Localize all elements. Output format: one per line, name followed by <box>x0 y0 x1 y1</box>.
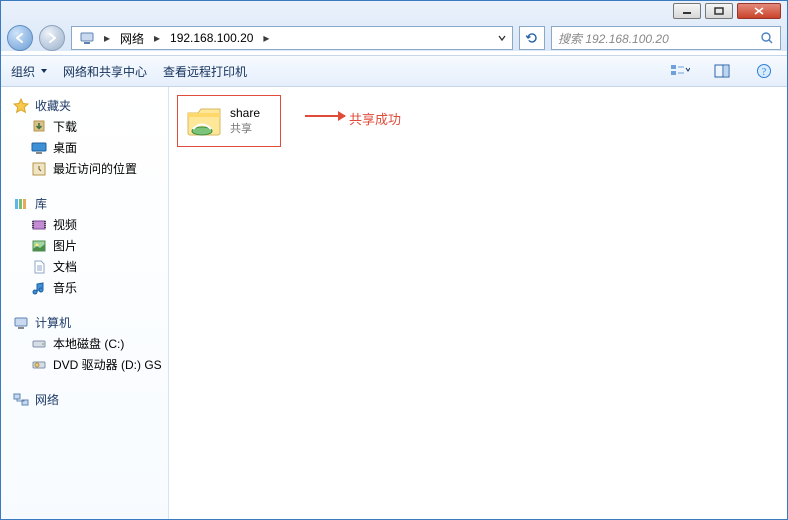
help-icon: ? <box>756 63 772 79</box>
breadcrumb-seg-network[interactable]: 网络 <box>114 27 150 49</box>
toolbar-organize[interactable]: 组织 <box>11 63 47 80</box>
view-options-button[interactable] <box>667 60 693 82</box>
search-icon <box>760 31 774 45</box>
recent-icon <box>31 161 47 177</box>
sidebar-head-computer[interactable]: 计算机 <box>1 312 168 333</box>
sidebar-item-pictures[interactable]: 图片 <box>1 235 168 256</box>
maximize-button[interactable] <box>705 3 733 19</box>
sidebar-group-computer: 计算机 本地磁盘 (C:) DVD 驱动器 (D:) GS <box>1 312 168 375</box>
toolbar-remote-printers[interactable]: 查看远程打印机 <box>163 63 247 80</box>
address-bar[interactable]: ▸ 网络 ▸ 192.168.100.20 ▸ <box>71 26 513 50</box>
annotation-arrow <box>305 115 345 117</box>
toolbar: 组织 网络和共享中心 查看远程打印机 ? <box>1 55 787 87</box>
sidebar-item-drive-dvd[interactable]: DVD 驱动器 (D:) GS <box>1 354 168 375</box>
dvd-icon <box>31 357 47 373</box>
content-pane[interactable]: share 共享 共享成功 <box>169 87 787 519</box>
shared-folder-item[interactable]: share 共享 <box>177 95 281 147</box>
search-placeholder: 搜索 192.168.100.20 <box>558 30 669 47</box>
maximize-icon <box>714 7 724 15</box>
arrow-left-icon <box>14 32 26 44</box>
svg-text:?: ? <box>762 67 767 78</box>
sidebar-item-downloads[interactable]: 下载 <box>1 116 168 137</box>
video-icon <box>31 217 47 233</box>
breadcrumb-chevron[interactable]: ▸ <box>150 27 164 49</box>
star-icon <box>13 98 29 114</box>
preview-pane-button[interactable] <box>709 60 735 82</box>
shared-folder-icon <box>184 101 224 141</box>
sidebar-group-libraries: 库 视频 图片 文档 音乐 <box>1 193 168 298</box>
chevron-down-icon <box>498 34 506 42</box>
sidebar-item-videos[interactable]: 视频 <box>1 214 168 235</box>
titlebar <box>1 1 787 21</box>
refresh-button[interactable] <box>519 26 545 50</box>
back-button[interactable] <box>7 25 33 51</box>
sidebar-head-network[interactable]: 网络 <box>1 389 168 410</box>
annotation-text: 共享成功 <box>349 109 401 128</box>
sidebar-head-favorites[interactable]: 收藏夹 <box>1 95 168 116</box>
sidebar-item-music[interactable]: 音乐 <box>1 277 168 298</box>
music-icon <box>31 280 47 296</box>
network-location-icon <box>78 29 96 47</box>
toolbar-network-center[interactable]: 网络和共享中心 <box>63 63 147 80</box>
folder-name: share <box>230 106 260 120</box>
body: 收藏夹 下载 桌面 最近访问的位置 库 <box>1 87 787 519</box>
refresh-icon <box>525 31 539 45</box>
breadcrumb-chevron[interactable]: ▸ <box>100 27 114 49</box>
document-icon <box>31 259 47 275</box>
minimize-icon <box>682 7 692 15</box>
sidebar-item-desktop[interactable]: 桌面 <box>1 137 168 158</box>
view-icon <box>670 64 690 78</box>
preview-pane-icon <box>714 64 730 78</box>
download-icon <box>31 119 47 135</box>
help-button[interactable]: ? <box>751 60 777 82</box>
chevron-down-icon <box>41 69 47 73</box>
folder-subtitle: 共享 <box>230 120 260 136</box>
forward-button[interactable] <box>39 25 65 51</box>
close-button[interactable] <box>737 3 781 19</box>
network-icon <box>13 392 29 408</box>
explorer-window: ▸ 网络 ▸ 192.168.100.20 ▸ 搜索 192.168.100.2… <box>0 0 788 520</box>
search-box[interactable]: 搜索 192.168.100.20 <box>551 26 781 50</box>
arrow-right-icon <box>46 32 58 44</box>
close-icon <box>753 6 765 16</box>
computer-icon <box>13 315 29 331</box>
sidebar-item-documents[interactable]: 文档 <box>1 256 168 277</box>
sidebar: 收藏夹 下载 桌面 最近访问的位置 库 <box>1 87 169 519</box>
sidebar-item-recent[interactable]: 最近访问的位置 <box>1 158 168 179</box>
minimize-button[interactable] <box>673 3 701 19</box>
sidebar-group-network: 网络 <box>1 389 168 410</box>
sidebar-item-drive-c[interactable]: 本地磁盘 (C:) <box>1 333 168 354</box>
navbar: ▸ 网络 ▸ 192.168.100.20 ▸ 搜索 192.168.100.2… <box>1 21 787 55</box>
address-dropdown[interactable] <box>492 27 510 49</box>
picture-icon <box>31 238 47 254</box>
library-icon <box>13 196 29 212</box>
sidebar-head-libraries[interactable]: 库 <box>1 193 168 214</box>
desktop-icon <box>31 140 47 156</box>
breadcrumb-seg-ip[interactable]: 192.168.100.20 <box>164 27 259 49</box>
breadcrumb-chevron[interactable]: ▸ <box>259 27 273 49</box>
sidebar-group-favorites: 收藏夹 下载 桌面 最近访问的位置 <box>1 95 168 179</box>
drive-icon <box>31 336 47 352</box>
